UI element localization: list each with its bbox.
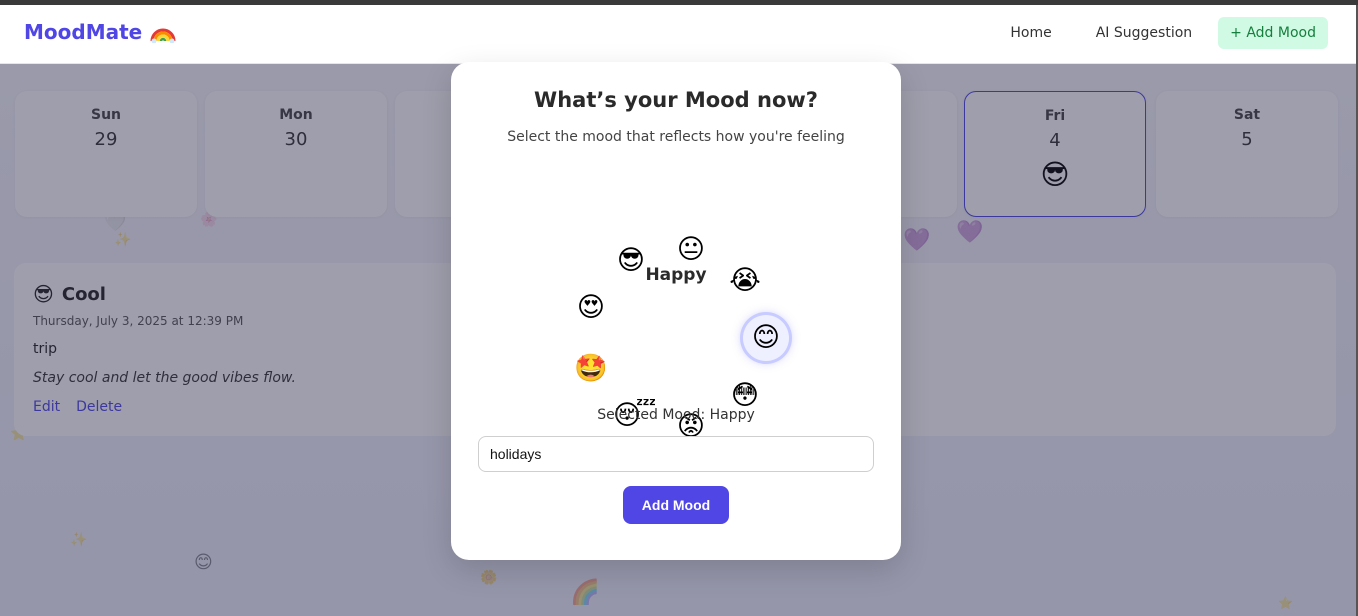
star-struck-face-icon[interactable]: 🤩 — [573, 351, 609, 387]
crying-face-icon[interactable]: 😭 — [727, 263, 763, 299]
modal-title: What’s your Mood now? — [534, 88, 818, 112]
happy-face-icon[interactable]: 😊 — [743, 315, 789, 361]
nav-add-mood-button[interactable]: + Add Mood — [1218, 17, 1328, 49]
brand-name: MoodMate — [24, 20, 143, 44]
cool-face-icon[interactable]: 😎 — [613, 243, 649, 279]
mood-note-input[interactable] — [478, 436, 874, 472]
nav-links: Home AI Suggestion + Add Mood — [992, 17, 1328, 49]
modal-subtitle: Select the mood that reflects how you're… — [507, 129, 845, 145]
brand-logo[interactable]: MoodMate — [24, 20, 176, 44]
rainbow-icon — [150, 28, 176, 43]
heart-eyes-face-icon[interactable]: 😍 — [573, 290, 609, 326]
selected-mood-label: Selected Mood: Happy — [597, 407, 755, 423]
mood-wheel: Happy 😐 😭 😊 😳 😡 😴 🤩 😍 😎 — [451, 162, 901, 442]
neutral-face-icon[interactable]: 😐 — [673, 232, 709, 268]
nav-home[interactable]: Home — [992, 17, 1069, 49]
nav-ai-suggestion[interactable]: AI Suggestion — [1078, 17, 1210, 49]
add-mood-modal: What’s your Mood now? Select the mood th… — [451, 62, 901, 560]
navbar: MoodMate Home AI Suggestion + Add Mood — [0, 5, 1356, 64]
app-window: 🤍 ✨ 🌸 💜 💜 ⭐ ✨ 😊 🌼 🌈 ⭐ Sun 29 Mon 30 Fri … — [0, 5, 1356, 616]
add-mood-button[interactable]: Add Mood — [623, 486, 729, 524]
